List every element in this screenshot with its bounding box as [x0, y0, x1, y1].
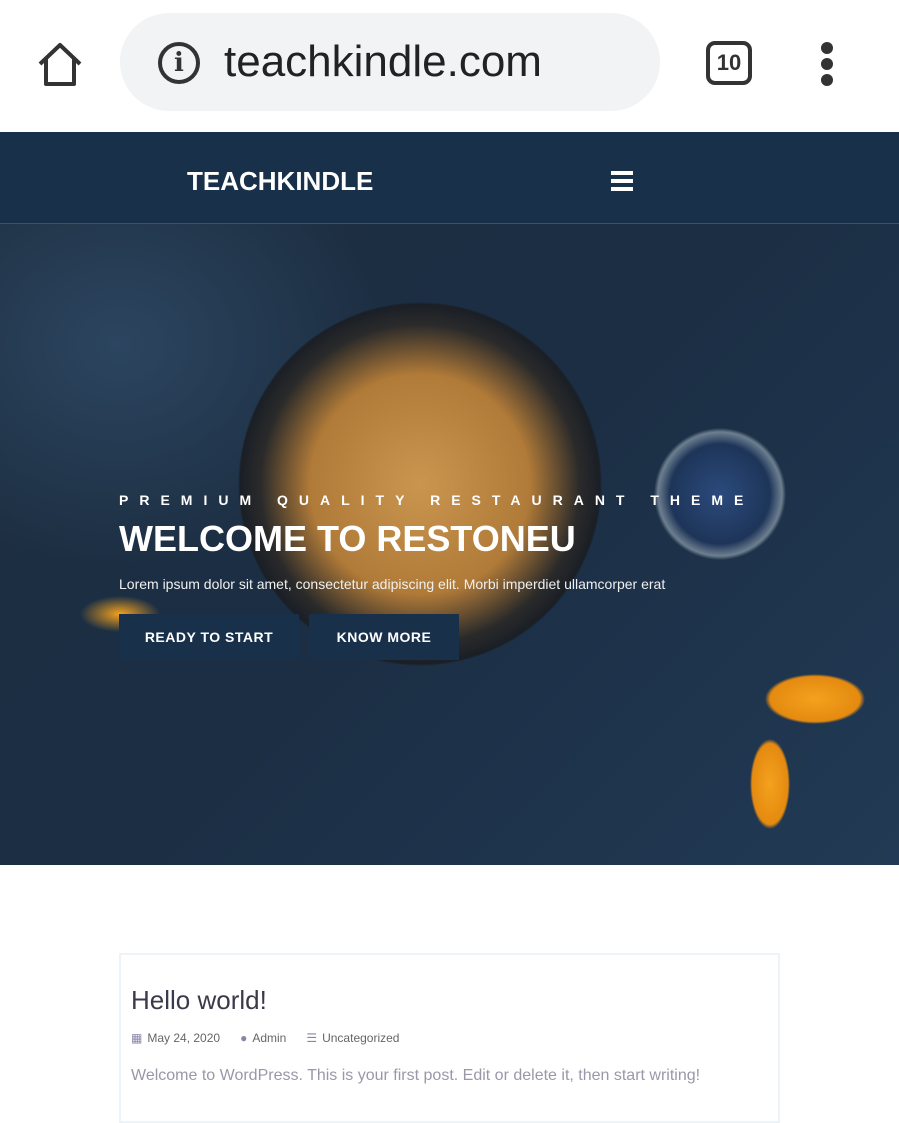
hamburger-menu-icon[interactable] [611, 171, 633, 195]
hero-banner: PREMIUM QUALITY RESTAURANT THEME WELCOME… [0, 224, 899, 865]
browser-toolbar: i teachkindle.com 10 [0, 0, 899, 132]
site-header: TEACHKINDLE [0, 132, 899, 224]
list-icon: ☰ [306, 1031, 318, 1045]
user-icon: ● [240, 1031, 248, 1045]
url-text[interactable]: teachkindle.com [224, 37, 542, 87]
post-category[interactable]: Uncategorized [322, 1031, 399, 1045]
post-author[interactable]: Admin [252, 1031, 286, 1045]
post-date[interactable]: May 24, 2020 [147, 1031, 220, 1045]
hero-headline: WELCOME TO RESTONEU [119, 518, 576, 559]
tab-switcher-button[interactable]: 10 [706, 41, 752, 85]
more-menu-icon[interactable] [821, 42, 835, 90]
post-excerpt: Welcome to WordPress. This is your first… [131, 1067, 701, 1084]
know-more-button[interactable]: KNOW MORE [309, 614, 459, 660]
site-brand[interactable]: TEACHKINDLE [187, 166, 373, 197]
hero-tagline: PREMIUM QUALITY RESTAURANT THEME [119, 492, 755, 508]
post-title[interactable]: Hello world! [131, 985, 267, 1016]
info-icon[interactable]: i [158, 42, 200, 84]
calendar-icon: ▦ [131, 1031, 143, 1045]
home-icon[interactable] [34, 40, 86, 88]
hero-lead: Lorem ipsum dolor sit amet, consectetur … [119, 576, 666, 592]
ready-to-start-button[interactable]: READY TO START [119, 614, 299, 660]
address-bar[interactable]: i teachkindle.com [120, 13, 660, 111]
post-card: Hello world! ▦ May 24, 2020 ● Admin ☰ Uncat… [119, 953, 780, 1123]
